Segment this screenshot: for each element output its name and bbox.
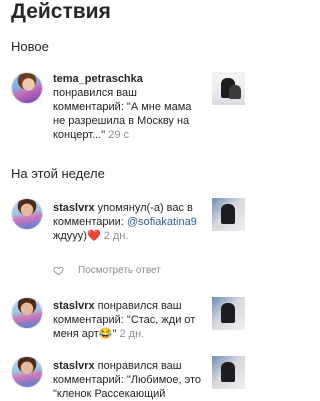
avatar[interactable] [11, 356, 43, 388]
username[interactable]: staslvrx [53, 300, 95, 312]
heart-outline-icon[interactable] [53, 265, 64, 276]
post-thumbnail[interactable] [212, 198, 245, 231]
timestamp: 29 с [108, 129, 130, 141]
timestamp: 2 дн. [119, 328, 145, 340]
post-thumbnail[interactable] [212, 356, 245, 389]
notification-text: tema_petraschka понравился ваш комментар… [53, 72, 205, 142]
heart-emoji-icon: ❤️ [86, 230, 101, 242]
section-new-heading: Новое [11, 39, 49, 54]
thumbnail-figure [221, 362, 235, 382]
notification-text: staslvrx понравился ваш комментарий: "Лю… [53, 359, 205, 401]
avatar[interactable] [11, 198, 43, 230]
mention-link[interactable]: @sofiakatina9 [127, 216, 197, 228]
username[interactable]: staslvrx [53, 202, 95, 214]
post-thumbnail[interactable] [212, 297, 245, 330]
section-week-heading: На этой неделе [11, 166, 105, 181]
username[interactable]: tema_petraschka [53, 73, 143, 85]
comment-text: ждууу) [53, 230, 87, 242]
avatar[interactable] [11, 72, 43, 104]
notification-text: staslvrx понравился ваш комментарий: "Ст… [53, 300, 196, 340]
username[interactable]: staslvrx [53, 360, 95, 372]
page-title: Действия [11, 0, 111, 23]
post-thumbnail[interactable] [212, 72, 245, 105]
view-reply-link[interactable]: Посмотреть ответ [78, 265, 161, 276]
reply-actions: Посмотреть ответ [53, 265, 161, 276]
thumbnail-figure [229, 85, 241, 99]
thumbnail-figure [221, 303, 235, 323]
laughing-emoji-icon: 😂 [98, 328, 113, 340]
notification-text: staslvrx упомянул(-а) вас в комментарии:… [53, 201, 205, 243]
thumbnail-figure [221, 204, 235, 224]
avatar[interactable] [11, 297, 43, 329]
timestamp: 2 дн. [103, 230, 129, 242]
